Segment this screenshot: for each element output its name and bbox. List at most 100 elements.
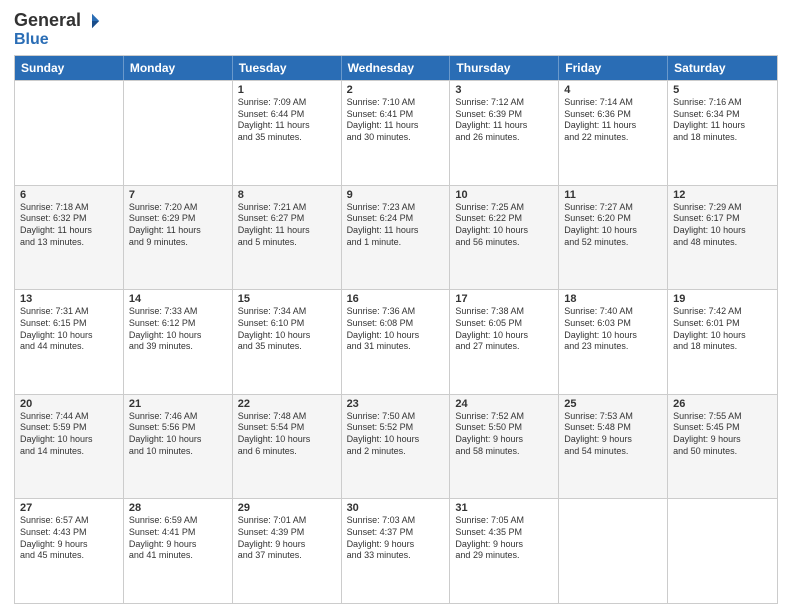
cal-cell-2-3: 16Sunrise: 7:36 AM Sunset: 6:08 PM Dayli… bbox=[342, 290, 451, 394]
cell-info: Sunrise: 7:53 AM Sunset: 5:48 PM Dayligh… bbox=[564, 411, 662, 458]
cell-info: Sunrise: 7:44 AM Sunset: 5:59 PM Dayligh… bbox=[20, 411, 118, 458]
day-number: 11 bbox=[564, 189, 662, 201]
cell-info: Sunrise: 7:33 AM Sunset: 6:12 PM Dayligh… bbox=[129, 306, 227, 353]
cell-info: Sunrise: 7:05 AM Sunset: 4:35 PM Dayligh… bbox=[455, 515, 553, 562]
day-number: 9 bbox=[347, 189, 445, 201]
cell-info: Sunrise: 7:10 AM Sunset: 6:41 PM Dayligh… bbox=[347, 97, 445, 144]
cal-cell-2-0: 13Sunrise: 7:31 AM Sunset: 6:15 PM Dayli… bbox=[15, 290, 124, 394]
cal-cell-3-1: 21Sunrise: 7:46 AM Sunset: 5:56 PM Dayli… bbox=[124, 395, 233, 499]
cell-info: Sunrise: 7:12 AM Sunset: 6:39 PM Dayligh… bbox=[455, 97, 553, 144]
cal-cell-4-3: 30Sunrise: 7:03 AM Sunset: 4:37 PM Dayli… bbox=[342, 499, 451, 603]
day-number: 22 bbox=[238, 398, 336, 410]
calendar-row-4: 27Sunrise: 6:57 AM Sunset: 4:43 PM Dayli… bbox=[15, 498, 777, 603]
cal-cell-0-3: 2Sunrise: 7:10 AM Sunset: 6:41 PM Daylig… bbox=[342, 81, 451, 185]
cell-info: Sunrise: 7:20 AM Sunset: 6:29 PM Dayligh… bbox=[129, 202, 227, 249]
cell-info: Sunrise: 7:23 AM Sunset: 6:24 PM Dayligh… bbox=[347, 202, 445, 249]
day-number: 30 bbox=[347, 502, 445, 514]
cal-cell-1-5: 11Sunrise: 7:27 AM Sunset: 6:20 PM Dayli… bbox=[559, 186, 668, 290]
cal-cell-4-0: 27Sunrise: 6:57 AM Sunset: 4:43 PM Dayli… bbox=[15, 499, 124, 603]
cell-info: Sunrise: 7:50 AM Sunset: 5:52 PM Dayligh… bbox=[347, 411, 445, 458]
cal-cell-3-3: 23Sunrise: 7:50 AM Sunset: 5:52 PM Dayli… bbox=[342, 395, 451, 499]
cal-cell-4-1: 28Sunrise: 6:59 AM Sunset: 4:41 PM Dayli… bbox=[124, 499, 233, 603]
cal-cell-1-3: 9Sunrise: 7:23 AM Sunset: 6:24 PM Daylig… bbox=[342, 186, 451, 290]
cal-cell-2-4: 17Sunrise: 7:38 AM Sunset: 6:05 PM Dayli… bbox=[450, 290, 559, 394]
cal-cell-0-0 bbox=[15, 81, 124, 185]
cal-cell-0-1 bbox=[124, 81, 233, 185]
day-header-saturday: Saturday bbox=[668, 56, 777, 80]
day-number: 17 bbox=[455, 293, 553, 305]
calendar-row-0: 1Sunrise: 7:09 AM Sunset: 6:44 PM Daylig… bbox=[15, 80, 777, 185]
calendar-row-3: 20Sunrise: 7:44 AM Sunset: 5:59 PM Dayli… bbox=[15, 394, 777, 499]
cell-info: Sunrise: 7:14 AM Sunset: 6:36 PM Dayligh… bbox=[564, 97, 662, 144]
cell-info: Sunrise: 7:40 AM Sunset: 6:03 PM Dayligh… bbox=[564, 306, 662, 353]
day-number: 31 bbox=[455, 502, 553, 514]
cal-cell-2-5: 18Sunrise: 7:40 AM Sunset: 6:03 PM Dayli… bbox=[559, 290, 668, 394]
cell-info: Sunrise: 7:55 AM Sunset: 5:45 PM Dayligh… bbox=[673, 411, 772, 458]
day-number: 1 bbox=[238, 84, 336, 96]
cal-cell-1-6: 12Sunrise: 7:29 AM Sunset: 6:17 PM Dayli… bbox=[668, 186, 777, 290]
day-number: 5 bbox=[673, 84, 772, 96]
day-number: 3 bbox=[455, 84, 553, 96]
day-number: 24 bbox=[455, 398, 553, 410]
cell-info: Sunrise: 7:31 AM Sunset: 6:15 PM Dayligh… bbox=[20, 306, 118, 353]
day-number: 12 bbox=[673, 189, 772, 201]
day-header-wednesday: Wednesday bbox=[342, 56, 451, 80]
cal-cell-3-2: 22Sunrise: 7:48 AM Sunset: 5:54 PM Dayli… bbox=[233, 395, 342, 499]
logo-blue-text: Blue bbox=[14, 31, 49, 48]
day-number: 8 bbox=[238, 189, 336, 201]
cal-cell-4-5 bbox=[559, 499, 668, 603]
cell-info: Sunrise: 7:27 AM Sunset: 6:20 PM Dayligh… bbox=[564, 202, 662, 249]
cell-info: Sunrise: 7:46 AM Sunset: 5:56 PM Dayligh… bbox=[129, 411, 227, 458]
calendar: SundayMondayTuesdayWednesdayThursdayFrid… bbox=[14, 55, 778, 604]
cell-info: Sunrise: 7:34 AM Sunset: 6:10 PM Dayligh… bbox=[238, 306, 336, 353]
cell-info: Sunrise: 7:48 AM Sunset: 5:54 PM Dayligh… bbox=[238, 411, 336, 458]
day-header-thursday: Thursday bbox=[450, 56, 559, 80]
day-header-friday: Friday bbox=[559, 56, 668, 80]
cal-cell-0-4: 3Sunrise: 7:12 AM Sunset: 6:39 PM Daylig… bbox=[450, 81, 559, 185]
cal-cell-4-6 bbox=[668, 499, 777, 603]
cal-cell-0-5: 4Sunrise: 7:14 AM Sunset: 6:36 PM Daylig… bbox=[559, 81, 668, 185]
logo-icon bbox=[83, 12, 101, 30]
day-number: 2 bbox=[347, 84, 445, 96]
day-number: 10 bbox=[455, 189, 553, 201]
day-number: 6 bbox=[20, 189, 118, 201]
header: General Blue bbox=[14, 10, 778, 49]
cal-cell-2-6: 19Sunrise: 7:42 AM Sunset: 6:01 PM Dayli… bbox=[668, 290, 777, 394]
cal-cell-4-2: 29Sunrise: 7:01 AM Sunset: 4:39 PM Dayli… bbox=[233, 499, 342, 603]
calendar-header-row: SundayMondayTuesdayWednesdayThursdayFrid… bbox=[15, 56, 777, 80]
calendar-body: 1Sunrise: 7:09 AM Sunset: 6:44 PM Daylig… bbox=[15, 80, 777, 603]
day-number: 25 bbox=[564, 398, 662, 410]
cell-info: Sunrise: 7:03 AM Sunset: 4:37 PM Dayligh… bbox=[347, 515, 445, 562]
day-number: 21 bbox=[129, 398, 227, 410]
cal-cell-0-6: 5Sunrise: 7:16 AM Sunset: 6:34 PM Daylig… bbox=[668, 81, 777, 185]
cell-info: Sunrise: 7:25 AM Sunset: 6:22 PM Dayligh… bbox=[455, 202, 553, 249]
day-number: 13 bbox=[20, 293, 118, 305]
cal-cell-1-1: 7Sunrise: 7:20 AM Sunset: 6:29 PM Daylig… bbox=[124, 186, 233, 290]
day-number: 15 bbox=[238, 293, 336, 305]
logo: General Blue bbox=[14, 10, 101, 49]
cell-info: Sunrise: 7:42 AM Sunset: 6:01 PM Dayligh… bbox=[673, 306, 772, 353]
cell-info: Sunrise: 6:59 AM Sunset: 4:41 PM Dayligh… bbox=[129, 515, 227, 562]
day-number: 26 bbox=[673, 398, 772, 410]
cal-cell-1-2: 8Sunrise: 7:21 AM Sunset: 6:27 PM Daylig… bbox=[233, 186, 342, 290]
cell-info: Sunrise: 7:36 AM Sunset: 6:08 PM Dayligh… bbox=[347, 306, 445, 353]
cal-cell-2-2: 15Sunrise: 7:34 AM Sunset: 6:10 PM Dayli… bbox=[233, 290, 342, 394]
day-number: 16 bbox=[347, 293, 445, 305]
logo-general-text: General bbox=[14, 10, 81, 31]
day-number: 23 bbox=[347, 398, 445, 410]
calendar-row-2: 13Sunrise: 7:31 AM Sunset: 6:15 PM Dayli… bbox=[15, 289, 777, 394]
cell-info: Sunrise: 7:18 AM Sunset: 6:32 PM Dayligh… bbox=[20, 202, 118, 249]
cell-info: Sunrise: 7:29 AM Sunset: 6:17 PM Dayligh… bbox=[673, 202, 772, 249]
day-header-sunday: Sunday bbox=[15, 56, 124, 80]
day-number: 28 bbox=[129, 502, 227, 514]
day-number: 4 bbox=[564, 84, 662, 96]
day-number: 7 bbox=[129, 189, 227, 201]
day-number: 18 bbox=[564, 293, 662, 305]
cal-cell-4-4: 31Sunrise: 7:05 AM Sunset: 4:35 PM Dayli… bbox=[450, 499, 559, 603]
day-number: 19 bbox=[673, 293, 772, 305]
cell-info: Sunrise: 7:38 AM Sunset: 6:05 PM Dayligh… bbox=[455, 306, 553, 353]
day-number: 20 bbox=[20, 398, 118, 410]
cal-cell-2-1: 14Sunrise: 7:33 AM Sunset: 6:12 PM Dayli… bbox=[124, 290, 233, 394]
calendar-page: General Blue SundayMondayTuesdayWednesda… bbox=[0, 0, 792, 612]
calendar-row-1: 6Sunrise: 7:18 AM Sunset: 6:32 PM Daylig… bbox=[15, 185, 777, 290]
